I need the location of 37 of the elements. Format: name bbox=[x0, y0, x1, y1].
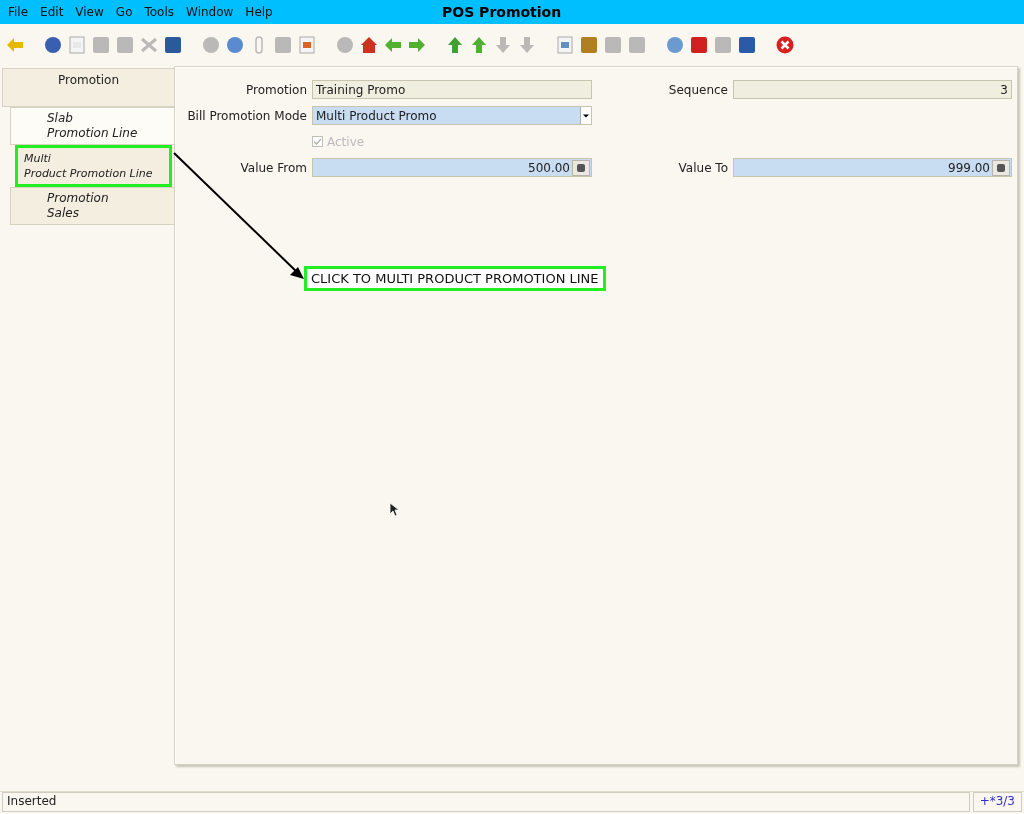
field-label: Bill Promotion Mode bbox=[186, 108, 307, 123]
tab[interactable]: Multi Product Promotion Line bbox=[15, 145, 172, 187]
exit-icon[interactable] bbox=[776, 36, 794, 54]
calculator-icon bbox=[572, 159, 590, 176]
menu-item[interactable]: View bbox=[69, 5, 110, 19]
calculator-icon bbox=[992, 159, 1010, 176]
window-title: POS Promotion bbox=[442, 4, 562, 20]
checkbox-icon bbox=[312, 136, 323, 147]
caret-icon bbox=[580, 107, 591, 124]
forward-icon[interactable] bbox=[408, 36, 426, 54]
tab[interactable]: Promotion Sales bbox=[10, 187, 174, 225]
record-indicator[interactable]: +*3/3 bbox=[972, 792, 1022, 812]
field-label: Sequence bbox=[667, 82, 728, 97]
first-icon[interactable] bbox=[446, 36, 464, 54]
prev-icon[interactable] bbox=[470, 36, 488, 54]
value-to-field[interactable]: 999.00 bbox=[733, 158, 1012, 177]
tab[interactable]: Promotion bbox=[2, 68, 174, 107]
menu-item[interactable]: Go bbox=[109, 5, 139, 19]
value-from-field[interactable]: 500.00 bbox=[312, 158, 592, 177]
promotion-field[interactable]: Training Promo bbox=[312, 80, 592, 99]
back-icon[interactable] bbox=[384, 36, 402, 54]
menu-item[interactable]: Window bbox=[180, 5, 240, 19]
menu-item[interactable]: Tools bbox=[138, 5, 181, 19]
menu-item[interactable]: Edit bbox=[34, 5, 70, 19]
sequence-field[interactable]: 3 bbox=[733, 80, 1012, 99]
tab[interactable]: Slab Promotion Line bbox=[10, 107, 174, 145]
status-message: Inserted bbox=[2, 792, 970, 812]
mode-dropdown[interactable]: Multi Product Promo bbox=[312, 106, 592, 125]
field-label: Value To bbox=[677, 160, 728, 175]
menu-item[interactable]: File bbox=[2, 5, 35, 19]
undo-icon[interactable] bbox=[6, 36, 24, 54]
annotation-callout: CLICK TO MULTI PRODUCT PROMOTION LINE bbox=[304, 266, 606, 291]
menu-item[interactable]: Help bbox=[239, 5, 279, 19]
field-label: Promotion bbox=[244, 82, 307, 97]
field-label: Value From bbox=[239, 160, 307, 175]
mouse-pointer-icon bbox=[389, 502, 399, 517]
home-icon[interactable] bbox=[360, 36, 378, 54]
